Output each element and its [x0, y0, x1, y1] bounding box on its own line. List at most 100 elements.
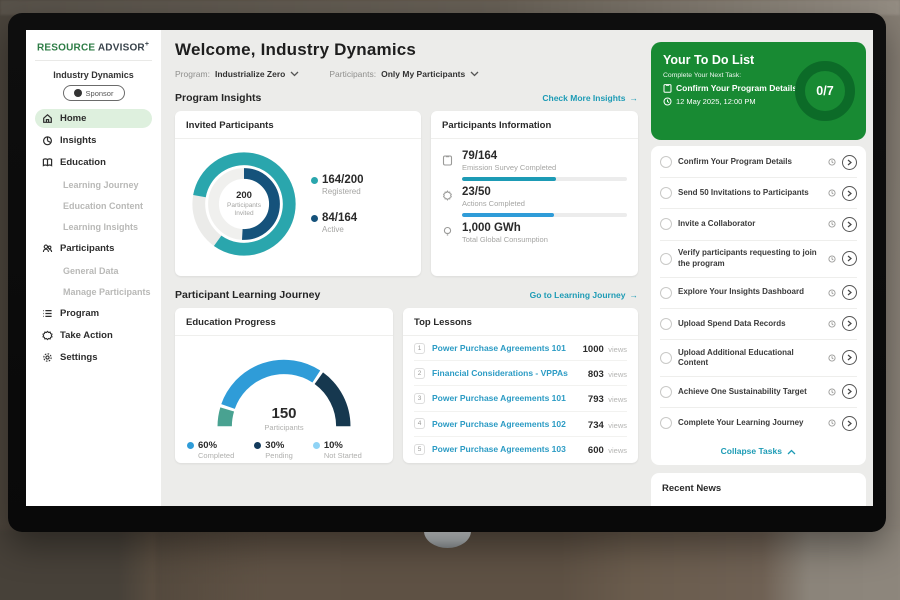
- lesson-link[interactable]: Power Purchase Agreements 101: [432, 343, 576, 353]
- todo-item-label[interactable]: Complete Your Learning Journey: [678, 418, 822, 428]
- lesson-link[interactable]: Power Purchase Agreements 101: [432, 393, 581, 403]
- bulb-icon: [442, 226, 453, 238]
- sidebar-item-learning-journey[interactable]: Learning Journey: [35, 176, 152, 193]
- todo-checkbox[interactable]: [660, 287, 672, 299]
- todo-item-label[interactable]: Send 50 Invitations to Participants: [678, 188, 822, 198]
- chevron-right-icon: [847, 190, 852, 197]
- clock-icon: [828, 158, 836, 166]
- lesson-row: 3 Power Purchase Agreements 101 793 view…: [414, 386, 627, 411]
- lesson-views-suffix: views: [608, 446, 627, 455]
- completed-label: Completed: [198, 451, 234, 460]
- lesson-views-suffix: views: [608, 345, 627, 354]
- chevron-right-icon: [847, 221, 852, 228]
- todo-open-button[interactable]: [842, 251, 857, 266]
- check-more-insights-link[interactable]: Check More Insights →: [542, 93, 638, 103]
- sidebar-item-home[interactable]: Home: [35, 109, 152, 128]
- completed-pct: 60%: [198, 440, 234, 451]
- todo-open-button[interactable]: [842, 217, 857, 232]
- chevron-right-icon: [847, 354, 852, 361]
- consumption-value: 1,000 GWh: [462, 222, 627, 234]
- lesson-views-suffix: views: [608, 370, 627, 379]
- arrow-right-icon: →: [630, 290, 639, 300]
- actions-progress-track: [462, 213, 627, 217]
- todo-checkbox[interactable]: [660, 218, 672, 230]
- participants-filter[interactable]: Participants: Only My Participants: [329, 69, 479, 79]
- todo-checkbox[interactable]: [660, 352, 672, 364]
- todo-open-button[interactable]: [842, 285, 857, 300]
- todo-open-button[interactable]: [842, 155, 857, 170]
- actions-completed-row: 23/50 Actions Completed: [442, 186, 627, 217]
- emission-survey-value: 79/164: [462, 150, 627, 162]
- clock-icon: [828, 320, 836, 328]
- todo-open-button[interactable]: [842, 350, 857, 365]
- actions-completed-label: Actions Completed: [462, 199, 627, 208]
- active-label: Active: [322, 225, 364, 234]
- todo-item-label[interactable]: Invite a Collaborator: [678, 219, 822, 229]
- chevron-down-icon: [290, 71, 299, 77]
- sidebar-item-program[interactable]: Program: [35, 304, 152, 323]
- app-logo: RESOURCE ADVISOR+: [35, 39, 152, 61]
- todo-checkbox[interactable]: [660, 156, 672, 168]
- participants-information-card: Participants Information 79/164 Emission…: [431, 111, 638, 276]
- todo-item-label[interactable]: Upload Additional Educational Content: [678, 348, 822, 369]
- lesson-link[interactable]: Financial Considerations - VPPAs: [432, 368, 581, 378]
- todo-item-label[interactable]: Achieve One Sustainability Target: [678, 387, 822, 397]
- clock-icon: [828, 388, 836, 396]
- todo-open-button[interactable]: [842, 384, 857, 399]
- todo-checkbox[interactable]: [660, 187, 672, 199]
- sidebar-item-general-data[interactable]: General Data: [35, 262, 152, 279]
- sidebar-item-take-action[interactable]: Take Action: [35, 326, 152, 345]
- todo-progress-value: 0/7: [816, 84, 833, 98]
- invited-donut-chart: 200 Participants Invited: [185, 145, 303, 263]
- go-to-learning-journey-link[interactable]: Go to Learning Journey →: [530, 290, 638, 300]
- sidebar-item-education[interactable]: Education: [35, 153, 152, 172]
- education-gauge-chart: 150 Participants: [194, 344, 374, 432]
- todo-item-label[interactable]: Confirm Your Program Details: [678, 157, 822, 167]
- todo-open-button[interactable]: [842, 416, 857, 431]
- recent-news-title: Recent News: [662, 483, 855, 494]
- sidebar-item-label: Program: [60, 308, 99, 319]
- clock-icon: [828, 189, 836, 197]
- todo-item-label[interactable]: Verify participants requesting to join t…: [678, 248, 822, 269]
- todo-item-label[interactable]: Upload Spend Data Records: [678, 319, 822, 329]
- sidebar-item-participants[interactable]: Participants: [35, 239, 152, 258]
- sidebar-item-label: Education: [60, 157, 106, 168]
- todo-checkbox[interactable]: [660, 318, 672, 330]
- clock-icon: [828, 419, 836, 427]
- completed-dot-icon: [187, 442, 194, 449]
- program-filter[interactable]: Program: Industrialize Zero: [175, 69, 299, 79]
- lesson-link[interactable]: Power Purchase Agreements 103: [432, 444, 581, 454]
- org-name: Industry Dynamics: [35, 70, 152, 80]
- education-progress-card: Education Progress 150 Participants: [175, 308, 393, 463]
- registered-dot-icon: [311, 177, 318, 184]
- sponsor-icon: [74, 89, 82, 97]
- lesson-rank: 2: [414, 368, 425, 379]
- todo-open-button[interactable]: [842, 186, 857, 201]
- sidebar-item-label: Take Action: [60, 330, 113, 341]
- todo-item-label[interactable]: Explore Your Insights Dashboard: [678, 287, 822, 297]
- lesson-row: 2 Financial Considerations - VPPAs 803 v…: [414, 361, 627, 386]
- filter-bar: Program: Industrialize Zero Participants…: [175, 69, 638, 79]
- sidebar-item-insights[interactable]: Insights: [35, 131, 152, 150]
- not-started-label: Not Started: [324, 451, 362, 460]
- registered-value: 164/200: [322, 174, 364, 186]
- home-icon: [42, 113, 53, 124]
- top-lessons-card: Top Lessons 1 Power Purchase Agreements …: [403, 308, 638, 463]
- clock-icon: [828, 255, 836, 263]
- todo-checkbox[interactable]: [660, 417, 672, 429]
- sidebar-item-learning-insights[interactable]: Learning Insights: [35, 218, 152, 235]
- sidebar-item-manage-participants[interactable]: Manage Participants: [35, 283, 152, 300]
- lesson-views-count: 803: [588, 369, 604, 380]
- sidebar-item-settings[interactable]: Settings: [35, 348, 152, 367]
- todo-checkbox[interactable]: [660, 253, 672, 265]
- pending-pct: 30%: [265, 440, 293, 451]
- sidebar-item-education-content[interactable]: Education Content: [35, 197, 152, 214]
- lesson-rank: 4: [414, 418, 425, 429]
- collapse-tasks-link[interactable]: Collapse Tasks: [660, 438, 857, 465]
- todo-checkbox[interactable]: [660, 386, 672, 398]
- top-lessons-title: Top Lessons: [403, 308, 638, 336]
- consumption-row: 1,000 GWh Total Global Consumption: [442, 222, 627, 244]
- lesson-link[interactable]: Power Purchase Agreements 102: [432, 419, 581, 429]
- sidebar-item-label: Education Content: [63, 201, 143, 211]
- todo-open-button[interactable]: [842, 316, 857, 331]
